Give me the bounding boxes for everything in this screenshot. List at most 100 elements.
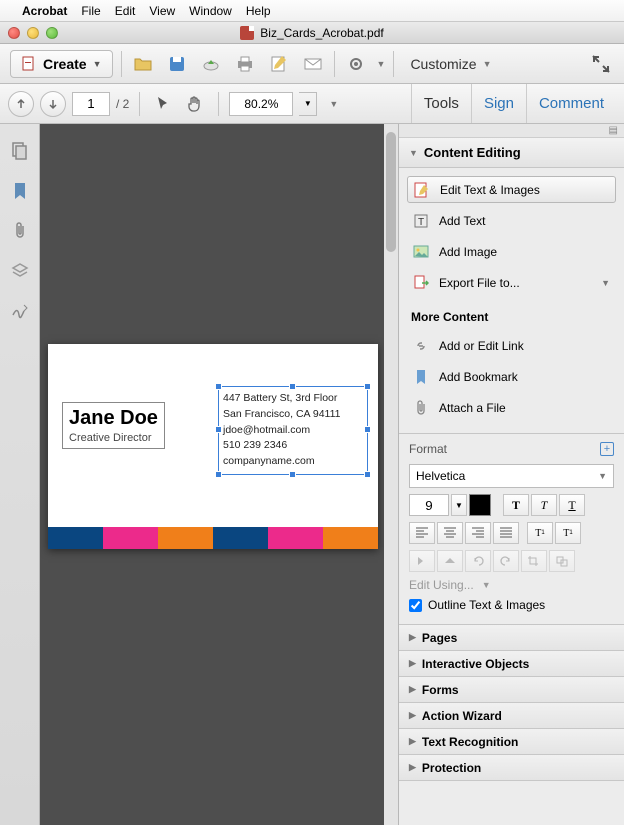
menu-view[interactable]: View — [149, 4, 175, 18]
subscript-button[interactable]: T1 — [555, 522, 581, 544]
format-label: Format — [409, 442, 447, 456]
signatures-panel-icon[interactable] — [9, 300, 31, 322]
align-center-button[interactable] — [437, 522, 463, 544]
align-justify-button[interactable] — [493, 522, 519, 544]
edit-using-dropdown[interactable]: Edit Using... ▼ — [409, 578, 614, 592]
menu-help[interactable]: Help — [246, 4, 271, 18]
content-editing-header[interactable]: ▼ Content Editing — [399, 138, 624, 168]
select-tool-button[interactable] — [150, 91, 176, 117]
minimize-window-button[interactable] — [27, 27, 39, 39]
zoom-dropdown-button[interactable]: ▼ — [299, 92, 317, 116]
chevron-down-icon: ▼ — [483, 59, 492, 69]
save-button[interactable] — [164, 51, 190, 77]
font-size-input[interactable] — [409, 494, 449, 516]
svg-text:T: T — [418, 217, 424, 228]
main-toolbar: Create ▼ ▼ Customize ▼ — [0, 44, 624, 84]
create-button[interactable]: Create ▼ — [10, 50, 113, 78]
tab-tools[interactable]: Tools — [411, 84, 471, 123]
zoom-window-button[interactable] — [46, 27, 58, 39]
cloud-button[interactable] — [198, 51, 224, 77]
chevron-down-icon: ▼ — [598, 471, 607, 481]
pages-panel-icon[interactable] — [9, 140, 31, 162]
accordion-interactive-objects[interactable]: ▶Interactive Objects — [399, 651, 624, 677]
window-titlebar: Biz_Cards_Acrobat.pdf — [0, 22, 624, 44]
menu-file[interactable]: File — [81, 4, 100, 18]
tools-panel: ▤ ▼ Content Editing Edit Text & Images T… — [398, 124, 624, 825]
mac-menubar: Acrobat File Edit View Window Help — [0, 0, 624, 22]
attachments-panel-icon[interactable] — [9, 220, 31, 242]
font-size-dropdown[interactable]: ▼ — [451, 494, 467, 516]
align-left-button[interactable] — [409, 522, 435, 544]
accordion-text-recognition[interactable]: ▶Text Recognition — [399, 729, 624, 755]
left-sidebar — [0, 124, 40, 825]
zoom-level-display[interactable]: 80.2% — [229, 92, 293, 116]
accordion-action-wizard[interactable]: ▶Action Wizard — [399, 703, 624, 729]
pdf-file-icon — [240, 26, 254, 40]
customize-button[interactable]: Customize ▼ — [402, 50, 499, 78]
flip-vertical-button[interactable] — [409, 550, 435, 572]
card-address-line2: San Francisco, CA 94111 — [223, 407, 363, 423]
chevron-down-icon: ▼ — [93, 59, 102, 69]
nav-toolbar: / 2 80.2% ▼ ▼ Tools Sign Comment — [0, 84, 624, 124]
chevron-down-icon[interactable]: ▼ — [329, 99, 338, 109]
vertical-scrollbar[interactable] — [384, 124, 398, 825]
layers-panel-icon[interactable] — [9, 260, 31, 282]
edit-text-images-tool[interactable]: Edit Text & Images — [407, 176, 616, 203]
chevron-down-icon: ▼ — [601, 278, 610, 288]
add-link-tool[interactable]: Add or Edit Link — [407, 332, 616, 359]
scrollbar-thumb[interactable] — [386, 132, 396, 252]
fullscreen-button[interactable] — [588, 51, 614, 77]
prev-page-button[interactable] — [8, 91, 34, 117]
tab-sign[interactable]: Sign — [471, 84, 526, 123]
card-color-strip — [48, 527, 378, 549]
replace-button[interactable] — [549, 550, 575, 572]
superscript-button[interactable]: T1 — [527, 522, 553, 544]
chevron-down-icon: ▼ — [409, 148, 418, 158]
card-phone: 510 239 2346 — [223, 438, 363, 454]
bookmark-icon — [413, 369, 429, 385]
rotate-ccw-button[interactable] — [465, 550, 491, 572]
italic-button[interactable]: T — [531, 494, 557, 516]
panel-grip[interactable]: ▤ — [399, 124, 624, 138]
export-file-tool[interactable]: Export File to... ▼ — [407, 269, 616, 296]
add-format-button[interactable]: + — [600, 442, 614, 456]
menu-edit[interactable]: Edit — [115, 4, 136, 18]
font-family-select[interactable]: Helvetica ▼ — [409, 464, 614, 488]
selected-text-frame[interactable]: 447 Battery St, 3rd Floor San Francisco,… — [218, 386, 368, 475]
crop-button[interactable] — [521, 550, 547, 572]
export-icon — [413, 275, 429, 291]
name-text-box[interactable]: Jane Doe Creative Director — [62, 402, 165, 449]
text-color-swatch[interactable] — [469, 494, 491, 516]
add-text-icon: T — [413, 213, 429, 229]
close-window-button[interactable] — [8, 27, 20, 39]
app-menu[interactable]: Acrobat — [22, 4, 67, 18]
bookmarks-panel-icon[interactable] — [9, 180, 31, 202]
flip-horizontal-button[interactable] — [437, 550, 463, 572]
page-number-input[interactable] — [72, 92, 110, 116]
accordion-pages[interactable]: ▶Pages — [399, 625, 624, 651]
accordion-protection[interactable]: ▶Protection — [399, 755, 624, 781]
edit-button[interactable] — [266, 51, 292, 77]
accordion-forms[interactable]: ▶Forms — [399, 677, 624, 703]
add-bookmark-tool[interactable]: Add Bookmark — [407, 363, 616, 390]
settings-button[interactable] — [343, 51, 369, 77]
outline-checkbox[interactable]: Outline Text & Images — [409, 598, 614, 612]
rotate-cw-button[interactable] — [493, 550, 519, 572]
menu-window[interactable]: Window — [189, 4, 232, 18]
open-file-button[interactable] — [130, 51, 156, 77]
next-page-button[interactable] — [40, 91, 66, 117]
add-image-tool[interactable]: Add Image — [407, 238, 616, 265]
align-right-button[interactable] — [465, 522, 491, 544]
print-button[interactable] — [232, 51, 258, 77]
hand-tool-button[interactable] — [182, 91, 208, 117]
card-email: jdoe@hotmail.com — [223, 423, 363, 439]
outline-checkbox-input[interactable] — [409, 599, 422, 612]
business-card-page: Jane Doe Creative Director 447 Battery S… — [48, 344, 378, 549]
add-text-tool[interactable]: T Add Text — [407, 207, 616, 234]
tab-comment[interactable]: Comment — [526, 84, 616, 123]
underline-button[interactable]: T — [559, 494, 585, 516]
bold-button[interactable]: T — [503, 494, 529, 516]
document-viewport[interactable]: Jane Doe Creative Director 447 Battery S… — [40, 124, 398, 825]
email-button[interactable] — [300, 51, 326, 77]
attach-file-tool[interactable]: Attach a File — [407, 394, 616, 421]
